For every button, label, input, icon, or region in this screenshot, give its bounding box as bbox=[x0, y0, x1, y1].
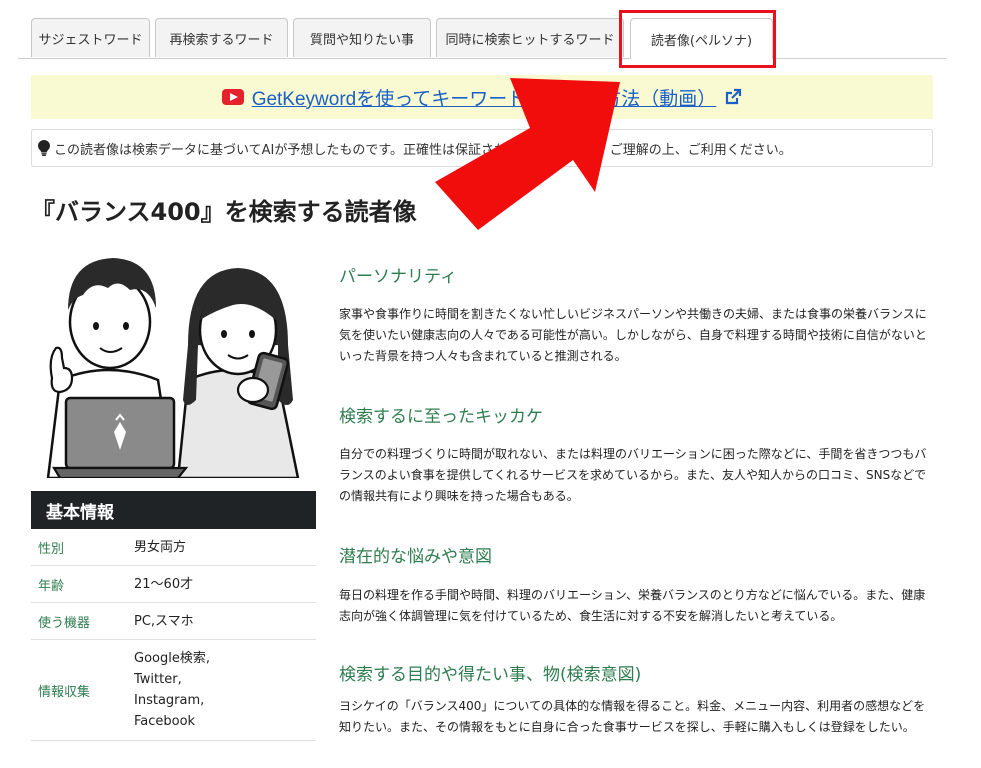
table-row: 情報収集 Google検索, Twitter, Instagram, Faceb… bbox=[31, 640, 316, 741]
table-row: 使う機器 PC,スマホ bbox=[31, 603, 316, 640]
tab-bar: サジェストワード 再検索するワード 質問や知りたい事 同時に検索ヒットするワード… bbox=[18, 14, 946, 59]
section-body-concerns: 毎日の料理を作る手間や時間、料理のバリエーション、栄養バランスのとり方などに悩ん… bbox=[339, 588, 926, 623]
table-row: 年齢 21〜60才 bbox=[31, 566, 316, 603]
info-value-info-gathering: Google検索, Twitter, Instagram, Facebook bbox=[134, 651, 210, 729]
section-heading-concerns: 潜在的な悩みや意図 bbox=[339, 547, 492, 567]
tab-co-occurring-words[interactable]: 同時に検索ヒットするワード bbox=[436, 18, 624, 57]
section-heading-personality: パーソナリティ bbox=[339, 267, 457, 287]
annotation-highlight-box bbox=[619, 10, 776, 68]
tab-questions[interactable]: 質問や知りたい事 bbox=[293, 18, 431, 57]
section-body-search-intent: ヨシケイの「バランス400」についての具体的な情報を得ること。料金、メニュー内容… bbox=[339, 699, 926, 734]
basic-info-header: 基本情報 bbox=[31, 491, 316, 529]
section-body-personality: 家事や食事作りに時間を割きたくない忙しいビジネスパーソンや共働きの夫婦、または食… bbox=[339, 307, 927, 363]
info-key-info-gathering: 情報収集 bbox=[38, 684, 91, 700]
youtube-icon bbox=[221, 89, 244, 105]
section-body-trigger: 自分での料理づくりに時間が取れない、または料理のバリエーションに困った際などに、… bbox=[339, 447, 927, 503]
section-heading-search-intent: 検索する目的や得たい事、物(検索意図) bbox=[339, 665, 642, 685]
info-key-device: 使う機器 bbox=[38, 615, 91, 631]
tab-suggest-words[interactable]: サジェストワード bbox=[31, 18, 150, 57]
tab-research-words[interactable]: 再検索するワード bbox=[155, 18, 288, 57]
persona-illustration bbox=[46, 258, 300, 478]
external-link-icon[interactable] bbox=[724, 88, 742, 106]
info-value-age: 21〜60才 bbox=[134, 576, 194, 592]
lightbulb-icon bbox=[38, 140, 50, 156]
info-value-device: PC,スマホ bbox=[134, 613, 194, 629]
basic-info-table: 性別 男女両方 年齢 21〜60才 使う機器 PC,スマホ 情報収集 Googl… bbox=[31, 529, 316, 741]
info-key-gender: 性別 bbox=[38, 541, 65, 557]
info-key-age: 年齢 bbox=[38, 578, 65, 594]
info-value-gender: 男女両方 bbox=[134, 539, 187, 555]
annotation-arrow bbox=[435, 78, 620, 230]
table-row: 性別 男女両方 bbox=[31, 529, 316, 566]
section-heading-trigger: 検索するに至ったキッカケ bbox=[339, 407, 543, 427]
page-title: 『バランス400』を検索する読者像 bbox=[31, 198, 417, 226]
